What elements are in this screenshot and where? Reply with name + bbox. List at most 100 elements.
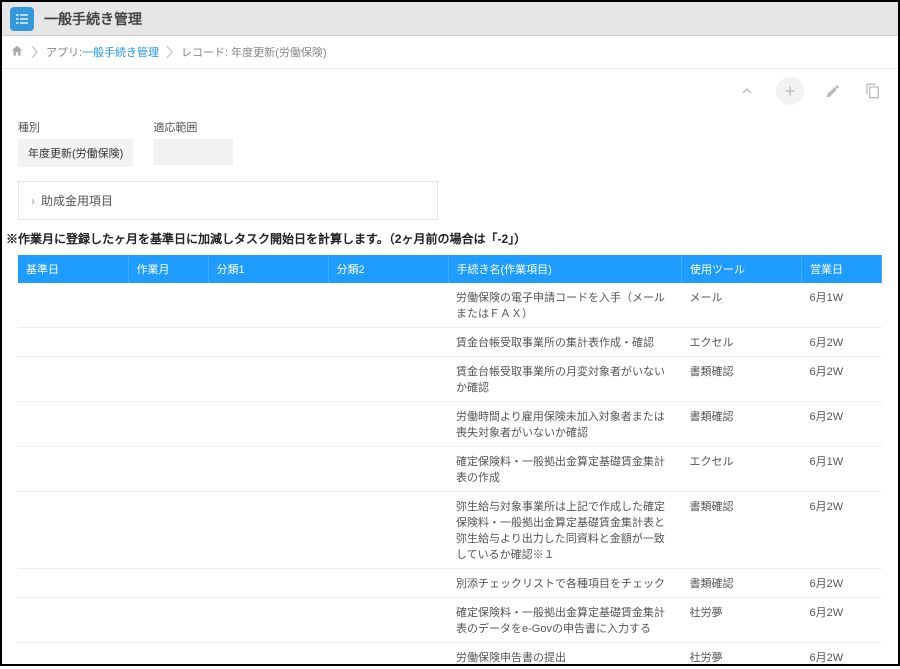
titlebar: 一般手続き管理: [2, 2, 898, 36]
copy-button[interactable]: [862, 80, 884, 102]
table-row[interactable]: 別添チェックリストで各種項目をチェック書類確認6月2W: [18, 569, 882, 598]
cell-biz-day: 6月2W: [802, 492, 882, 569]
table-row[interactable]: 賃金台帳受取事業所の月変対象者がいないか確認書類確認6月2W: [18, 357, 882, 402]
cell-base-date: [18, 447, 128, 492]
th-task-name: 手続き名(作業項目): [448, 255, 682, 283]
cell-tool: 書類確認: [682, 569, 802, 598]
calc-note: ※作業月に登録したヶ月を基準日に加減しタスク開始日を計算します。（2ヶ月前の場合…: [6, 230, 882, 247]
cell-class2: [328, 598, 448, 643]
cell-class1: [208, 447, 328, 492]
cell-task-name: 労働保険の電子申請コードを入手（メールまたはＦＡＸ）: [448, 283, 682, 328]
cell-task-name: 労働保険申告書の提出: [448, 643, 682, 669]
home-icon[interactable]: [10, 44, 24, 61]
cell-work-month: [128, 598, 208, 643]
cell-task-name: 賃金台帳受取事業所の月変対象者がいないか確認: [448, 357, 682, 402]
cell-task-name: 労働時間より雇用保険未加入対象者または喪失対象者がいないか確認: [448, 402, 682, 447]
cell-tool: エクセル: [682, 447, 802, 492]
breadcrumb-sep: [28, 42, 42, 62]
cell-task-name: 賃金台帳受取事業所の集計表作成・確認: [448, 328, 682, 357]
cell-work-month: [128, 569, 208, 598]
cell-base-date: [18, 283, 128, 328]
th-base-date: 基準日: [18, 255, 128, 283]
cell-work-month: [128, 402, 208, 447]
edit-button[interactable]: [822, 80, 844, 102]
cell-biz-day: 6月2W: [802, 402, 882, 447]
add-button[interactable]: [776, 77, 804, 105]
breadcrumb-sep: [163, 42, 177, 62]
cell-base-date: [18, 328, 128, 357]
cell-tool: 書類確認: [682, 357, 802, 402]
cell-base-date: [18, 643, 128, 669]
cell-class2: [328, 402, 448, 447]
cell-tool: 社労夢: [682, 643, 802, 669]
cell-work-month: [128, 447, 208, 492]
cell-base-date: [18, 492, 128, 569]
table-row[interactable]: 労働保険の電子申請コードを入手（メールまたはＦＡＸ）メール6月1W: [18, 283, 882, 328]
cell-work-month: [128, 643, 208, 669]
th-biz-day: 営業日: [802, 255, 882, 283]
field-row: 種別 年度更新(労働保険) 適応範囲: [18, 119, 882, 167]
breadcrumb: アプリ: 一般手続き管理 レコード: 年度更新(労働保険): [2, 36, 898, 69]
th-class2: 分類2: [328, 255, 448, 283]
cell-work-month: [128, 283, 208, 328]
field-type-label: 種別: [18, 119, 133, 135]
cell-class2: [328, 447, 448, 492]
cell-work-month: [128, 357, 208, 402]
cell-tool: 書類確認: [682, 492, 802, 569]
cell-biz-day: 6月2W: [802, 569, 882, 598]
table-row[interactable]: 確定保険料・一般拠出金算定基礎賃金集計表の作成エクセル6月1W: [18, 447, 882, 492]
cell-task-name: 弥生給与対象事業所は上記で作成した確定保険料・一般拠出金算定基礎賃金集計表と弥生…: [448, 492, 682, 569]
table-row[interactable]: 賃金台帳受取事業所の集計表作成・確認エクセル6月2W: [18, 328, 882, 357]
table-header-row: 基準日 作業月 分類1 分類2 手続き名(作業項目) 使用ツール 営業日: [18, 255, 882, 283]
section-subsidy[interactable]: › 助成金用項目: [18, 181, 438, 220]
breadcrumb-app-label: アプリ:: [46, 44, 82, 60]
th-tool: 使用ツール: [682, 255, 802, 283]
cell-class1: [208, 328, 328, 357]
collapse-up-icon[interactable]: [736, 80, 758, 102]
table-row[interactable]: 労働保険申告書の提出社労夢6月2W: [18, 643, 882, 669]
cell-biz-day: 6月2W: [802, 643, 882, 669]
cell-biz-day: 6月2W: [802, 598, 882, 643]
cell-work-month: [128, 492, 208, 569]
cell-class1: [208, 283, 328, 328]
cell-biz-day: 6月2W: [802, 357, 882, 402]
cell-class1: [208, 569, 328, 598]
cell-class1: [208, 357, 328, 402]
cell-class2: [328, 328, 448, 357]
cell-task-name: 別添チェックリストで各種項目をチェック: [448, 569, 682, 598]
chevron-right-icon: ›: [31, 194, 35, 208]
list-icon: [14, 11, 30, 27]
field-scope: 適応範囲: [153, 119, 233, 167]
cell-biz-day: 6月1W: [802, 283, 882, 328]
cell-biz-day: 6月1W: [802, 447, 882, 492]
cell-task-name: 確定保険料・一般拠出金算定基礎賃金集計表の作成: [448, 447, 682, 492]
cell-class2: [328, 643, 448, 669]
cell-tool: メール: [682, 283, 802, 328]
cell-base-date: [18, 569, 128, 598]
table-row[interactable]: 弥生給与対象事業所は上記で作成した確定保険料・一般拠出金算定基礎賃金集計表と弥生…: [18, 492, 882, 569]
cell-class2: [328, 569, 448, 598]
cell-work-month: [128, 328, 208, 357]
toolbar: [2, 69, 898, 109]
cell-class1: [208, 402, 328, 447]
cell-class2: [328, 357, 448, 402]
th-class1: 分類1: [208, 255, 328, 283]
cell-class1: [208, 643, 328, 669]
cell-class1: [208, 598, 328, 643]
task-table: 基準日 作業月 分類1 分類2 手続き名(作業項目) 使用ツール 営業日 労働保…: [18, 255, 882, 669]
section-subsidy-label: 助成金用項目: [41, 192, 113, 209]
field-scope-value: [153, 139, 233, 165]
app-icon[interactable]: [10, 7, 34, 31]
field-scope-label: 適応範囲: [153, 119, 233, 135]
field-type: 種別 年度更新(労働保険): [18, 119, 133, 167]
cell-class2: [328, 283, 448, 328]
breadcrumb-app-link[interactable]: 一般手続き管理: [82, 44, 159, 60]
table-row[interactable]: 確定保険料・一般拠出金算定基礎賃金集計表のデータをe-Govの申告書に入力する社…: [18, 598, 882, 643]
cell-class1: [208, 492, 328, 569]
cell-class2: [328, 492, 448, 569]
table-row[interactable]: 労働時間より雇用保険未加入対象者または喪失対象者がいないか確認書類確認6月2W: [18, 402, 882, 447]
th-work-month: 作業月: [128, 255, 208, 283]
cell-biz-day: 6月2W: [802, 328, 882, 357]
cell-tool: エクセル: [682, 328, 802, 357]
cell-tool: 書類確認: [682, 402, 802, 447]
